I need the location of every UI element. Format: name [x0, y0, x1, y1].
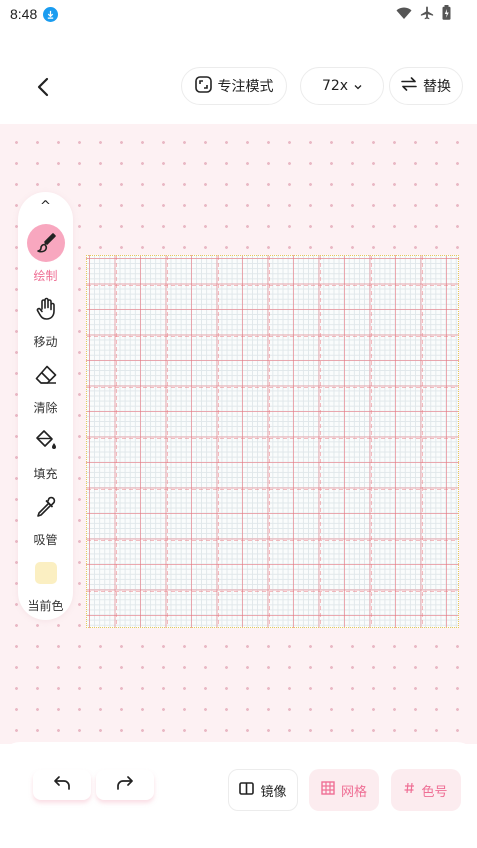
grid-icon: [321, 781, 335, 799]
focus-mode-button[interactable]: 专注模式: [181, 67, 287, 105]
tool-eyedropper[interactable]: 吸管: [18, 488, 73, 548]
mirror-button[interactable]: 镜像: [228, 769, 298, 811]
tool-move[interactable]: 移动: [18, 290, 73, 350]
chevron-left-icon: [37, 77, 49, 97]
tool-draw[interactable]: 绘制: [18, 224, 73, 284]
top-bar: 专注模式 72x 替换: [0, 66, 477, 106]
undo-button[interactable]: [33, 770, 91, 800]
fill-bucket-icon: [27, 422, 65, 460]
zoom-value: 72x: [321, 78, 349, 94]
collapse-toolbar-button[interactable]: ^: [18, 196, 73, 216]
tool-panel: ^ 绘制 移动 清除 填充 吸管 当前色: [18, 192, 73, 620]
airplane-icon: [420, 5, 434, 24]
replace-button[interactable]: 替换: [389, 67, 463, 105]
mirror-icon: [239, 781, 255, 799]
hand-icon: [27, 290, 65, 328]
focus-frame-icon: [194, 75, 212, 97]
pixel-grid-canvas[interactable]: [86, 255, 459, 628]
tool-fill[interactable]: 填充: [18, 422, 73, 482]
color-number-label: 色号: [421, 784, 448, 800]
download-icon: [43, 6, 59, 22]
back-button[interactable]: [26, 70, 60, 104]
current-color-label: 当前色: [27, 599, 64, 613]
bottom-bar: 镜像 网格 色号: [0, 742, 477, 848]
swap-icon: [401, 77, 417, 95]
grid-toggle-button[interactable]: 网格: [309, 769, 379, 811]
wifi-icon: [396, 5, 412, 24]
redo-icon: [116, 775, 134, 795]
status-bar: 8:48: [0, 0, 477, 28]
focus-mode-label: 专注模式: [217, 79, 274, 95]
brush-icon: [26, 224, 65, 262]
tool-fill-label: 填充: [33, 467, 58, 481]
zoom-select[interactable]: 72x: [300, 67, 384, 105]
redo-button[interactable]: [96, 770, 154, 800]
mirror-label: 镜像: [260, 784, 287, 800]
eyedropper-icon: [27, 488, 65, 526]
tool-eraser[interactable]: 清除: [18, 356, 73, 416]
replace-label: 替换: [423, 79, 451, 95]
current-color-swatch: [34, 562, 57, 584]
current-color[interactable]: 当前色: [18, 554, 73, 614]
chevron-down-icon: [354, 78, 362, 94]
collapse-glyph: ^: [40, 198, 51, 214]
tool-draw-label: 绘制: [33, 269, 58, 283]
tool-eraser-label: 清除: [33, 401, 58, 415]
color-number-button[interactable]: 色号: [391, 769, 461, 811]
grid-label: 网格: [340, 784, 367, 800]
undo-icon: [53, 775, 71, 795]
status-time: 8:48: [10, 6, 38, 22]
hash-icon: [404, 782, 415, 798]
grid-dashed-guides: [87, 256, 457, 626]
eraser-icon: [27, 356, 65, 394]
battery-icon: [442, 5, 451, 24]
tool-move-label: 移动: [33, 335, 58, 349]
tool-eyedropper-label: 吸管: [33, 533, 58, 547]
